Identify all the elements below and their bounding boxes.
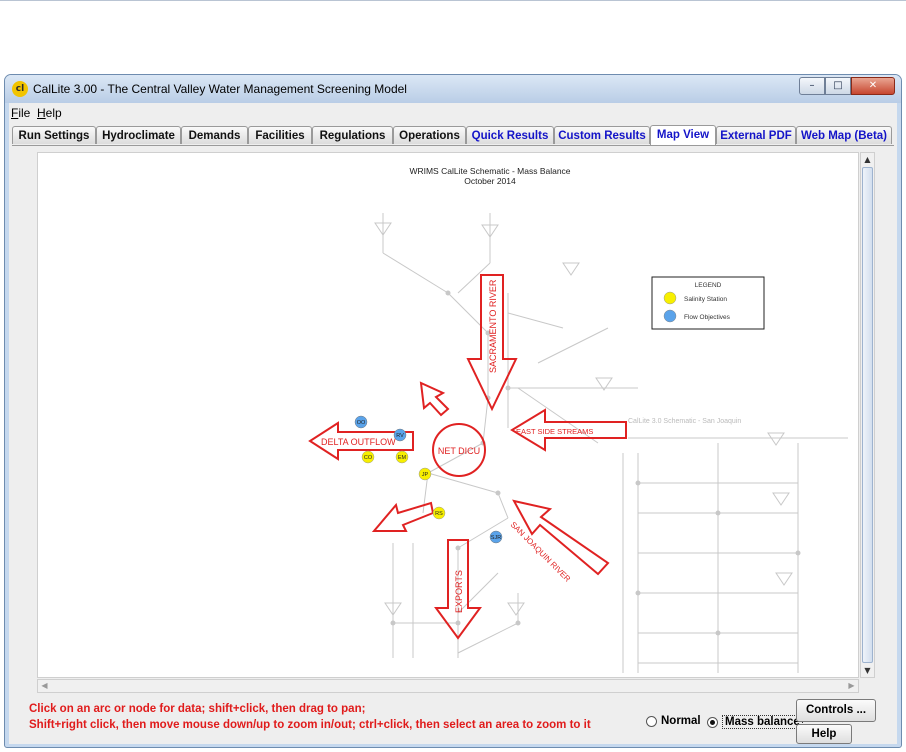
tab-demands[interactable]: Demands xyxy=(181,126,248,144)
legend-title: LEGEND xyxy=(695,282,722,289)
controls-button[interactable]: Controls ... xyxy=(796,699,876,722)
close-button[interactable]: ✕ xyxy=(851,77,895,95)
mass-balance-option[interactable]: Mass balance xyxy=(707,715,803,729)
legend-salinity-label: Salinity Station xyxy=(684,296,727,303)
tab-operations[interactable]: Operations xyxy=(393,126,466,144)
map-legend: LEGEND Salinity Station Flow Objectives xyxy=(651,276,765,330)
horizontal-scrollbar[interactable]: ◀ ▶ xyxy=(37,679,859,693)
menu-help-rest: elp xyxy=(45,106,62,120)
net-dicu-label: NET DICU xyxy=(438,446,480,456)
scroll-up-arrow-icon[interactable]: ▲ xyxy=(861,153,874,166)
instructions-text: Click on an arc or node for data; shift+… xyxy=(29,701,591,733)
client-area: File Help Run Settings Hydroclimate Dema… xyxy=(9,103,897,744)
scroll-down-arrow-icon[interactable]: ▼ xyxy=(861,664,874,677)
map-title: WRIMS CalLite Schematic - Mass Balance xyxy=(409,166,570,176)
legend-salinity-swatch xyxy=(663,291,677,305)
tab-external-pdf[interactable]: External PDF xyxy=(716,126,796,144)
legend-flow-swatch xyxy=(663,309,677,323)
tab-hydroclimate[interactable]: Hydroclimate xyxy=(96,126,181,144)
normal-label: Normal xyxy=(661,715,701,727)
mass-balance-radio[interactable] xyxy=(707,716,718,728)
tab-run-settings[interactable]: Run Settings xyxy=(12,126,96,144)
map-subtitle: October 2014 xyxy=(464,176,516,186)
tab-custom-results[interactable]: Custom Results xyxy=(554,126,650,144)
san-joaquin-schematic-title: CalLite 3.0 Schematic - San Joaquin xyxy=(628,418,741,425)
menu-file-rest: ile xyxy=(18,106,31,120)
minimize-button[interactable]: – xyxy=(799,77,825,95)
menu-bar: File Help xyxy=(9,103,897,123)
menu-help[interactable]: Help xyxy=(37,106,62,120)
normal-option[interactable]: Normal xyxy=(646,715,701,727)
station-co-label: CO xyxy=(364,455,373,461)
annotation-arrows xyxy=(308,274,627,640)
legend-flow-label: Flow Objectives xyxy=(684,314,731,321)
delta-outflow-label: DELTA OUTFLOW xyxy=(321,437,396,447)
tab-regulations[interactable]: Regulations xyxy=(312,126,393,144)
menu-help-mnemonic: H xyxy=(37,106,46,120)
map-viewport[interactable]: WRIMS CalLite Schematic - Mass Balance O… xyxy=(37,152,859,678)
station-em-label: EM xyxy=(398,455,407,461)
station-rs-label: RS xyxy=(435,511,443,517)
arrow-labels: SACRAMENTO RIVER DELTA OUTFLOW EAST SIDE… xyxy=(321,279,593,613)
station-oo-label: OO xyxy=(357,420,366,426)
station-jp-label: JP xyxy=(422,472,429,478)
scroll-right-arrow-icon[interactable]: ▶ xyxy=(845,680,858,692)
maximize-button[interactable]: □ xyxy=(825,77,851,95)
minor-inflow-arrow xyxy=(419,381,450,417)
normal-radio[interactable] xyxy=(646,715,657,727)
san-joaquin-label: SAN JOAQUIN RIVER xyxy=(509,520,573,584)
station-rv-label: RV xyxy=(396,433,404,439)
tab-quick-results[interactable]: Quick Results xyxy=(466,126,554,144)
title-bar[interactable]: cl CalLite 3.00 - The Central Valley Wat… xyxy=(5,75,901,103)
vertical-scrollbar[interactable]: ▲ ▼ xyxy=(860,152,875,678)
instructions-line-2: Shift+right click, then move mouse down/… xyxy=(29,719,591,731)
page-top-border xyxy=(0,0,906,1)
schematic-nodes[interactable] xyxy=(390,290,801,636)
tab-facilities[interactable]: Facilities xyxy=(248,126,312,144)
help-button[interactable]: Help xyxy=(796,724,852,744)
window-controls: – □ ✕ xyxy=(799,77,895,96)
window-title: CalLite 3.00 - The Central Valley Water … xyxy=(33,82,407,96)
east-side-label: EAST SIDE STREAMS xyxy=(516,427,593,436)
exports-label: EXPORTS xyxy=(454,570,464,613)
sacramento-label: SACRAMENTO RIVER xyxy=(488,279,498,373)
menu-file[interactable]: File xyxy=(11,106,30,120)
app-window: cl CalLite 3.00 - The Central Valley Wat… xyxy=(4,74,902,748)
vertical-scroll-thumb[interactable] xyxy=(862,167,873,663)
schematic-canvas[interactable]: WRIMS CalLite Schematic - Mass Balance O… xyxy=(38,153,858,677)
tab-web-map[interactable]: Web Map (Beta) xyxy=(796,126,892,144)
app-logo-icon: cl xyxy=(12,81,28,97)
schematic-network xyxy=(382,213,848,673)
instructions-line-1: Click on an arc or node for data; shift+… xyxy=(29,703,366,715)
station-sjr-label: SJR xyxy=(491,535,501,541)
tab-map-view[interactable]: Map View xyxy=(650,125,716,145)
tab-divider xyxy=(12,145,894,146)
scroll-left-arrow-icon[interactable]: ◀ xyxy=(38,680,51,692)
mass-balance-label: Mass balance xyxy=(722,715,803,729)
